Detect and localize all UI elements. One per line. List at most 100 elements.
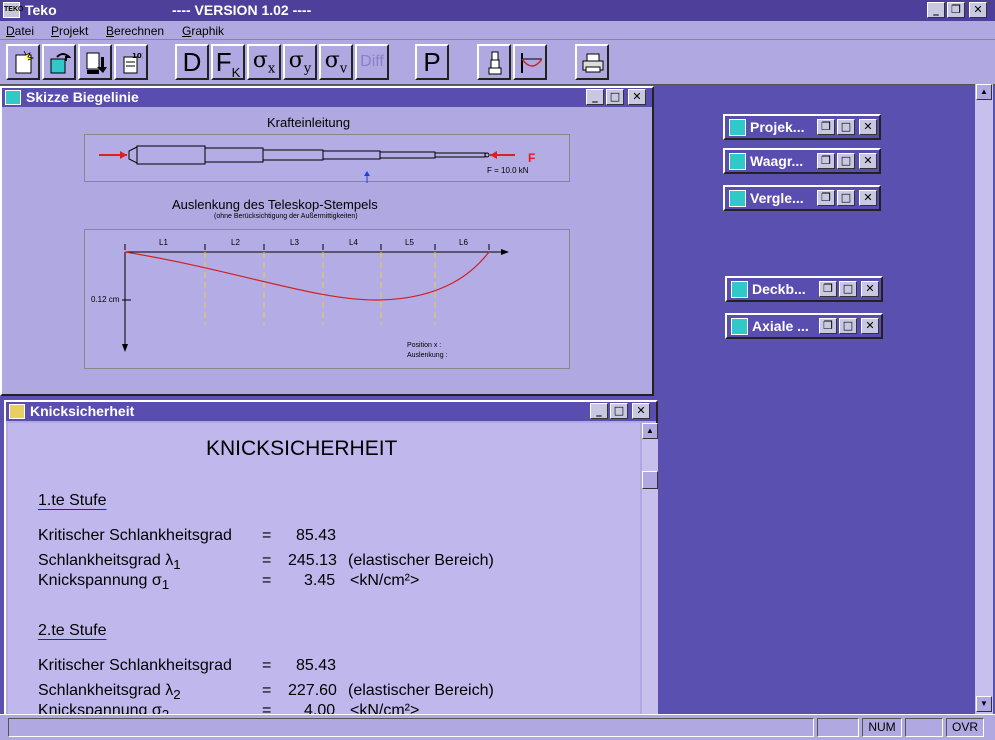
position-x-label: Position x : <box>407 342 442 349</box>
segment-label-l1: L1 <box>159 238 168 247</box>
sketch-maximize-icon[interactable]: □ <box>606 89 624 105</box>
stage-1-stress-sub: 1 <box>161 577 170 593</box>
axiale-close-icon[interactable]: ✕ <box>861 318 879 334</box>
sketch-window-titlebar[interactable]: Skizze Biegelinie _ □ ✕ <box>2 88 652 107</box>
minimized-window-waagr-label: Waagr... <box>750 153 804 169</box>
status-num: NUM <box>862 718 902 737</box>
vergle-close-icon[interactable]: ✕ <box>859 190 877 206</box>
deflection-readout-label: Auslenkung : <box>407 352 448 359</box>
sigma-x-label: σ <box>252 48 268 73</box>
new-document-icon <box>15 51 35 74</box>
close-icon[interactable]: ✕ <box>969 2 987 18</box>
stage-2-crit-eq: = <box>262 657 272 674</box>
new-project-button[interactable] <box>6 44 40 80</box>
app-titlebar: TEKO Teko ---- VERSION 1.02 ---- _ ❐ ✕ <box>0 0 995 21</box>
toolbar: 101 D FK σx σy σv Diff P <box>0 40 995 85</box>
p-button[interactable]: P <box>415 44 449 80</box>
menu-projekt[interactable]: Projekt <box>51 24 88 38</box>
diff-button[interactable]: Diff <box>355 44 389 80</box>
knick-scrollbar[interactable]: ▲ <box>642 423 658 714</box>
teko-app-icon[interactable]: TEKO <box>3 2 23 18</box>
stage-1-crit-value: 85.43 <box>296 527 337 544</box>
status-message <box>8 718 814 737</box>
knick-scroll-thumb[interactable] <box>642 471 658 489</box>
knick-window: Knicksicherheit _ □ ✕ KNICKSICHERHEIT 1.… <box>4 400 658 722</box>
segment-label-l4: L4 <box>349 238 358 247</box>
knick-scroll-up-icon[interactable]: ▲ <box>642 423 658 439</box>
waagr-close-icon[interactable]: ✕ <box>859 153 877 169</box>
waagr-restore-icon[interactable]: ❐ <box>817 153 835 169</box>
minimize-icon[interactable]: _ <box>927 2 945 18</box>
axiale-maximize-icon[interactable]: □ <box>839 318 857 334</box>
fk-button[interactable]: FK <box>211 44 245 80</box>
d-button[interactable]: D <box>175 44 209 80</box>
stage-2-slender-sub: 2 <box>173 687 181 703</box>
minimized-window-waagr[interactable]: Waagr... ❐ □ ✕ <box>723 148 881 174</box>
main-scroll-up-icon[interactable]: ▲ <box>976 84 992 100</box>
segment-label-l3: L3 <box>290 238 299 247</box>
status-bar: NUM OVR <box>0 714 995 740</box>
axiale-restore-icon[interactable]: ❐ <box>819 318 837 334</box>
stage-1-stress-text: Knickspannung σ <box>38 572 162 589</box>
vergle-restore-icon[interactable]: ❐ <box>817 190 835 206</box>
knick-minimize-icon[interactable]: _ <box>590 403 608 419</box>
minimized-window-vergle-label: Vergle... <box>750 190 804 206</box>
stage-2-crit-value: 85.43 <box>296 657 337 674</box>
menu-datei[interactable]: Datei <box>6 24 34 38</box>
minimized-window-axiale-label: Axiale ... <box>752 318 809 334</box>
report-button[interactable]: 101 <box>114 44 148 80</box>
knick-window-title: Knicksicherheit <box>30 403 135 419</box>
knick-heading: KNICKSICHERHEIT <box>206 437 398 460</box>
minimized-window-deckb[interactable]: Deckb... ❐ □ ✕ <box>725 276 883 302</box>
telescope-force-sketch <box>99 145 515 183</box>
restore-icon[interactable]: ❐ <box>947 2 965 18</box>
vergle-maximize-icon[interactable]: □ <box>837 190 855 206</box>
stage-2-heading: 2.te Stufe <box>38 622 107 639</box>
sketch-minimize-icon[interactable]: _ <box>586 89 604 105</box>
sketch-window: Skizze Biegelinie _ □ ✕ Krafteinleitung … <box>0 86 654 396</box>
deckb-maximize-icon[interactable]: □ <box>839 281 857 297</box>
stage-1-stress-label: Knickspannung σ1 <box>38 572 169 592</box>
telescope-stamp-icon <box>488 51 502 75</box>
stage-1-stress-value: 3.45 <box>304 572 336 589</box>
deckb-restore-icon[interactable]: ❐ <box>819 281 837 297</box>
deflection-plot <box>122 244 509 352</box>
force-diagram: F F = 10.0 kN <box>84 134 570 183</box>
sigma-x-button[interactable]: σx <box>247 44 281 80</box>
projekt-doc-icon <box>729 119 746 136</box>
knick-maximize-icon[interactable]: □ <box>610 403 628 419</box>
segment-label-l6: L6 <box>459 238 468 247</box>
projekt-maximize-icon[interactable]: □ <box>837 119 855 135</box>
menu-berechnen[interactable]: Berechnen <box>106 24 164 38</box>
minimized-window-projekt[interactable]: Projek... ❐ □ ✕ <box>723 114 881 140</box>
stage-1-slender-text: Schlankheitsgrad λ <box>38 552 174 569</box>
main-scroll-down-icon[interactable]: ▼ <box>976 696 992 712</box>
sigma-y-button[interactable]: σy <box>283 44 317 80</box>
printer-icon <box>582 53 604 73</box>
fk-sub: K <box>231 65 241 81</box>
sigma-v-button[interactable]: σv <box>319 44 353 80</box>
minimized-window-axiale[interactable]: Axiale ... ❐ □ ✕ <box>725 313 883 339</box>
menu-graphik[interactable]: Graphik <box>182 24 224 38</box>
deflection-title: Auslenkung des Teleskop-Stempels <box>172 197 378 212</box>
sketch-close-icon[interactable]: ✕ <box>628 89 646 105</box>
knick-close-icon[interactable]: ✕ <box>632 403 650 419</box>
print-button[interactable] <box>575 44 609 80</box>
stage-2-slender-value: 227.60 <box>288 682 337 699</box>
waagr-maximize-icon[interactable]: □ <box>837 153 855 169</box>
status-caps <box>817 718 859 737</box>
knick-window-titlebar[interactable]: Knicksicherheit _ □ ✕ <box>6 402 656 421</box>
projekt-restore-icon[interactable]: ❐ <box>817 119 835 135</box>
max-deflection-label: 0.12 cm <box>91 295 120 304</box>
force-value: F = 10.0 kN <box>487 166 529 175</box>
deckb-close-icon[interactable]: ✕ <box>861 281 879 297</box>
main-scrollbar[interactable]: ▲ ▼ <box>975 84 993 714</box>
open-project-button[interactable] <box>42 44 76 80</box>
save-project-button[interactable] <box>78 44 112 80</box>
bending-line-button[interactable] <box>513 44 547 80</box>
projekt-close-icon[interactable]: ✕ <box>859 119 877 135</box>
minimized-window-vergle[interactable]: Vergle... ❐ □ ✕ <box>723 185 881 211</box>
sigma-v-label: σ <box>324 48 340 73</box>
deflection-subtitle: (ohne Berücksichtigung der Außermittigke… <box>214 213 358 220</box>
stamp-button[interactable] <box>477 44 511 80</box>
